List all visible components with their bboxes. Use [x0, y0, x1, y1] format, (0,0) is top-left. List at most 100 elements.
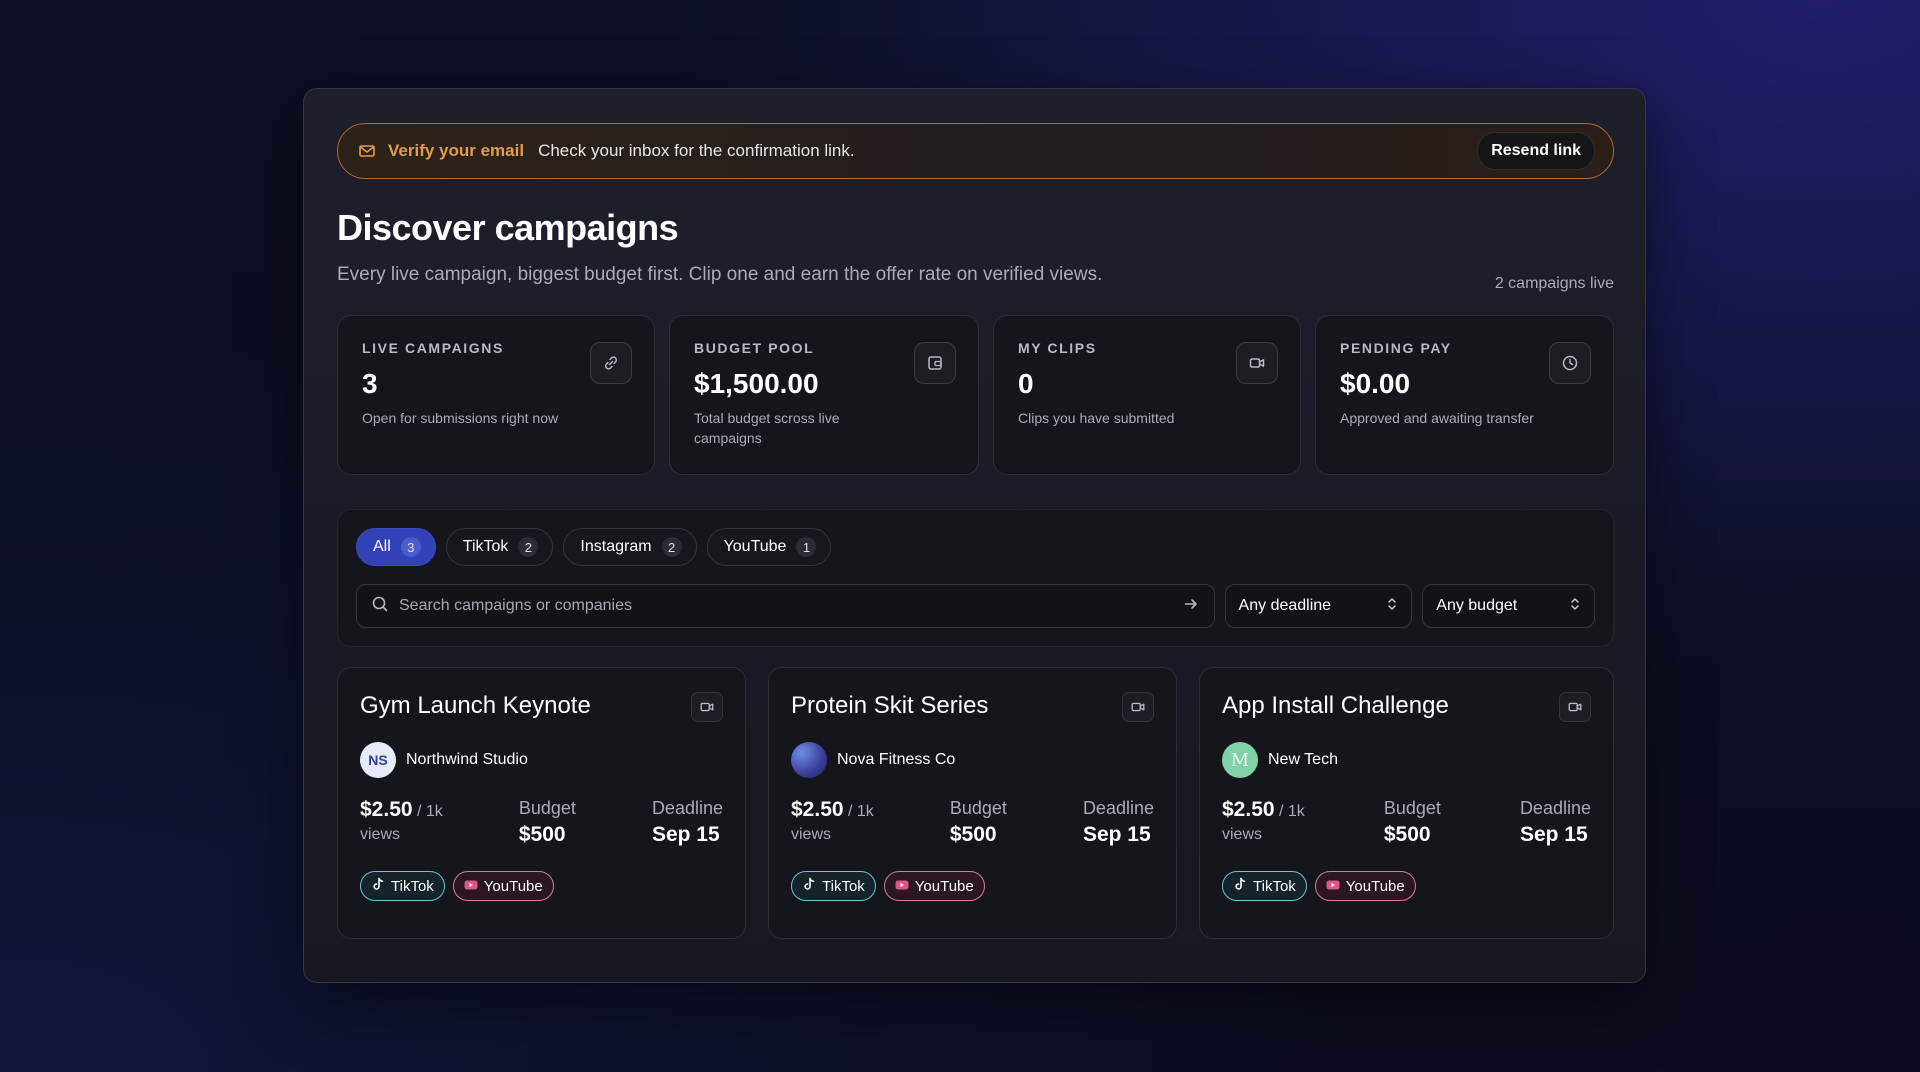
platform-tags: TikTok YouTube — [1222, 871, 1591, 901]
company-name: Northwind Studio — [406, 751, 528, 768]
platform-tabs: All 3 TikTok 2 Instagram 2 YouTube 1 — [356, 528, 1595, 566]
stat-desc: Total budget scross live campaigns — [694, 410, 840, 446]
tag-label: TikTok — [822, 877, 865, 895]
rate-views: views — [360, 826, 401, 843]
budget-label: Budget — [1383, 798, 1441, 818]
company-name: Nova Fitness Co — [837, 751, 956, 768]
campaign-cards: Gym Launch Keynote NS Northwind Studio $… — [337, 667, 1614, 939]
tag-youtube: YouTube — [452, 871, 554, 901]
budget-label: Budget — [949, 798, 1007, 818]
tag-tiktok: TikTok — [360, 871, 445, 901]
tag-tiktok: TikTok — [791, 871, 876, 901]
app-window: Verify your email Check your inbox for t… — [303, 88, 1646, 983]
youtube-icon — [1326, 878, 1340, 895]
arrow-right-icon[interactable] — [1182, 595, 1200, 618]
campaign-metrics: $2.50 / 1k views Budget $500 Deadline Se… — [1222, 798, 1591, 847]
tiktok-icon — [371, 877, 385, 895]
video-icon — [691, 692, 723, 722]
live-campaigns-count: 2 campaigns live — [1494, 275, 1614, 292]
budget-value: $500 — [518, 823, 566, 846]
tab-instagram[interactable]: Instagram 2 — [563, 528, 697, 566]
page-header: Discover campaigns Every live campaign, … — [337, 207, 1614, 311]
budget-value: $500 — [949, 823, 997, 846]
youtube-icon — [895, 878, 909, 895]
budget-value: $500 — [1383, 823, 1431, 846]
stat-pending-pay: PENDING PAY $0.00 Approved and awaiting … — [1315, 315, 1614, 475]
tab-youtube[interactable]: YouTube 1 — [706, 528, 832, 566]
tab-all[interactable]: All 3 — [356, 528, 436, 566]
campaign-metrics: $2.50 / 1k views Budget $500 Deadline Se… — [360, 798, 723, 847]
stat-live-campaigns: LIVE CAMPAIGNS 3 Open for submissions ri… — [337, 315, 655, 475]
tag-youtube: YouTube — [883, 871, 985, 901]
resend-link-button[interactable]: Resend link — [1477, 132, 1595, 170]
main-content: Verify your email Check your inbox for t… — [337, 123, 1614, 939]
tag-tiktok: TikTok — [1222, 871, 1307, 901]
tab-tiktok[interactable]: TikTok 2 — [445, 528, 554, 566]
deadline-label: Deadline — [651, 798, 723, 818]
deadline-select[interactable]: Any deadline — [1224, 584, 1413, 628]
deadline-value: Sep 15 — [1519, 823, 1588, 846]
tab-count: 2 — [661, 537, 682, 557]
stat-desc: Open for submissions right now — [362, 410, 559, 426]
page-subtitle: Every live campaign, biggest budget firs… — [337, 264, 1103, 285]
video-icon — [1122, 692, 1154, 722]
campaign-card[interactable]: Gym Launch Keynote NS Northwind Studio $… — [337, 667, 746, 939]
tiktok-icon — [802, 877, 816, 895]
budget: Budget $500 — [1384, 798, 1441, 847]
company-row: NS Northwind Studio — [360, 742, 723, 778]
video-icon — [1559, 692, 1591, 722]
deadline: Deadline Sep 15 — [652, 798, 723, 847]
tag-label: YouTube — [483, 877, 543, 895]
youtube-icon — [464, 878, 478, 895]
stat-desc: Approved and awaiting transfer — [1340, 410, 1534, 426]
search-row: Any deadline Any budget — [356, 584, 1596, 628]
stat-desc: Clips you have submitted — [1018, 410, 1175, 426]
platform-tags: TikTok YouTube — [360, 871, 723, 901]
tag-label: YouTube — [1345, 877, 1405, 895]
search-box — [356, 584, 1215, 628]
link-icon — [590, 342, 632, 384]
tag-label: TikTok — [1253, 877, 1296, 895]
filter-panel: All 3 TikTok 2 Instagram 2 YouTube 1 Sea… — [337, 509, 1614, 647]
tab-label: TikTok — [462, 538, 509, 555]
deadline-value: Sep 15 — [1082, 823, 1151, 846]
rate-unit: / 1k — [848, 803, 874, 820]
rate-views: views — [791, 826, 832, 843]
budget-select-value: Any budget — [1436, 597, 1518, 614]
tab-label: All — [373, 538, 391, 555]
rate-value: $2.50 — [360, 798, 413, 821]
campaign-card[interactable]: Protein Skit Series Nova Fitness Co $2.5… — [768, 667, 1177, 939]
chevron-updown-icon — [1568, 596, 1582, 617]
budget-label: Budget — [518, 798, 576, 818]
stat-my-clips: MY CLIPS 0 Clips you have submitted — [993, 315, 1301, 475]
tag-label: YouTube — [914, 877, 974, 895]
video-icon — [1236, 342, 1278, 384]
budget-select[interactable]: Any budget — [1422, 584, 1596, 628]
tag-youtube: YouTube — [1314, 871, 1416, 901]
deadline-label: Deadline — [1519, 798, 1591, 818]
campaign-card[interactable]: App Install Challenge M New Tech $2.50 /… — [1199, 667, 1614, 939]
mail-icon — [358, 142, 376, 160]
budget: Budget $500 — [519, 798, 576, 847]
avatar: NS — [360, 742, 396, 778]
avatar: M — [1222, 742, 1258, 778]
stat-budget-pool: BUDGET POOL $1,500.00 Total budget scros… — [669, 315, 979, 475]
tab-label: YouTube — [723, 538, 787, 555]
deadline-value: Sep 15 — [651, 823, 720, 846]
budget: Budget $500 — [950, 798, 1007, 847]
deadline: Deadline Sep 15 — [1520, 798, 1591, 847]
deadline: Deadline Sep 15 — [1083, 798, 1154, 847]
verify-email-banner: Verify your email Check your inbox for t… — [337, 123, 1614, 179]
campaign-title: Gym Launch Keynote — [360, 692, 591, 719]
rate-value: $2.50 — [1222, 798, 1275, 821]
deadline-label: Deadline — [1082, 798, 1154, 818]
rate-value: $2.50 — [791, 798, 844, 821]
rate: $2.50 / 1k views — [1222, 798, 1305, 847]
rate-unit: / 1k — [1279, 803, 1305, 820]
rate-views: views — [1222, 826, 1263, 843]
deadline-select-value: Any deadline — [1238, 597, 1332, 614]
company-row: M New Tech — [1222, 742, 1591, 778]
rate: $2.50 / 1k views — [791, 798, 874, 847]
banner-message: Check your inbox for the confirmation li… — [538, 141, 855, 160]
search-input[interactable] — [399, 597, 1172, 615]
